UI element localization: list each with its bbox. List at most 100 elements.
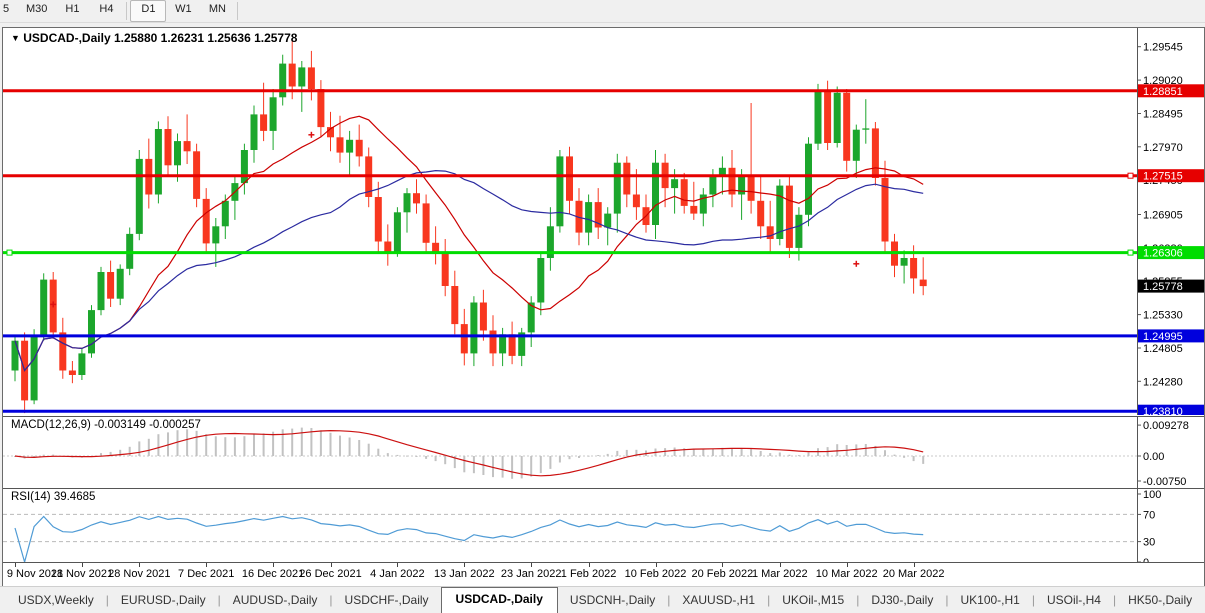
price-badge: 1.25778	[1138, 280, 1204, 294]
date-tick	[273, 563, 274, 567]
chart-title: ▼ USDCAD-,Daily 1.25880 1.26231 1.25636 …	[11, 31, 297, 45]
macd-bar	[894, 455, 896, 456]
date-tick	[589, 563, 590, 567]
macd-bar	[664, 448, 666, 456]
line-handle[interactable]	[1128, 173, 1133, 178]
date-tick	[15, 563, 16, 567]
candle	[786, 175, 793, 258]
macd-bar	[492, 456, 494, 477]
macd-bar	[291, 429, 293, 456]
macd-bar	[186, 429, 188, 456]
date-label: 13 Jan 2022	[434, 568, 495, 580]
tab-usdcad-daily[interactable]: USDCAD-,Daily	[441, 587, 558, 613]
macd-bar	[530, 456, 532, 477]
rsi-pane[interactable]: 10070300	[3, 488, 1204, 562]
macd-bar	[215, 436, 217, 456]
svg-text:1.25778: 1.25778	[1143, 281, 1183, 293]
macd-bar	[502, 456, 504, 478]
macd-bar	[349, 438, 351, 457]
tab-eurusd-daily[interactable]: EURUSD-,Daily	[109, 589, 218, 613]
tab-usdcnh-daily[interactable]: USDCNH-,Daily	[558, 589, 667, 613]
macd-bar	[521, 456, 523, 478]
tab-usoil-h4[interactable]: USOil-,H4	[1035, 589, 1113, 613]
macd-bar	[148, 439, 150, 456]
date-tick	[656, 563, 657, 567]
tab-usdx-weekly[interactable]: USDX,Weekly	[6, 589, 106, 613]
macd-bar	[263, 433, 265, 456]
axis-tick-label: 70	[1143, 509, 1155, 521]
date-label: 1 Feb 2022	[561, 568, 617, 580]
price-badge: 1.28851	[1138, 84, 1204, 98]
macd-bar	[741, 448, 743, 456]
date-label: 4 Jan 2022	[370, 568, 424, 580]
macd-bar	[549, 456, 551, 469]
tab-usdchf-daily[interactable]: USDCHF-,Daily	[333, 589, 441, 613]
date-tick	[722, 563, 723, 567]
tab-xauusd-h1[interactable]: XAUUSD-,H1	[670, 589, 767, 613]
date-label: 28 Nov 2021	[108, 568, 170, 580]
main-chart[interactable]: 1.295451.290201.284951.279701.274501.269…	[3, 28, 1204, 415]
line-handle[interactable]	[1128, 250, 1133, 255]
date-label: 10 Feb 2022	[625, 568, 687, 580]
chart-title-text: USDCAD-,Daily 1.25880 1.26231 1.25636 1.…	[23, 31, 297, 45]
date-label: 16 Dec 2021	[242, 568, 304, 580]
macd-bar	[702, 449, 704, 456]
svg-text:1.24995: 1.24995	[1143, 331, 1183, 343]
timeframe-button-mn[interactable]: MN	[200, 0, 234, 22]
timeframe-button-m30[interactable]: M30	[18, 0, 55, 22]
macd-bar	[760, 451, 762, 456]
axis-tick-label: 1.24280	[1143, 376, 1183, 388]
macd-bar	[588, 456, 590, 457]
tab-ukoil-m15[interactable]: UKOil-,M15	[770, 589, 856, 613]
symbol-dropdown-icon[interactable]: ▼	[11, 33, 20, 43]
macd-bar	[903, 456, 905, 458]
tab-audusd-daily[interactable]: AUDUSD-,Daily	[221, 589, 330, 613]
macd-bar	[616, 451, 618, 456]
macd-bar	[607, 454, 609, 456]
axis-tick-label: 1.27970	[1143, 142, 1183, 154]
tab-hk50-daily[interactable]: HK50-,Daily	[1116, 589, 1204, 613]
timeframe-button-h1[interactable]: H1	[55, 0, 89, 22]
macd-bar	[569, 456, 571, 459]
macd-bar	[129, 447, 131, 456]
timeframe-button-w1[interactable]: W1	[166, 0, 200, 22]
timeframe-button-d1[interactable]: D1	[130, 0, 166, 22]
date-tick	[206, 563, 207, 567]
axis-tick-label: 1.24805	[1143, 343, 1183, 355]
macd-bar	[540, 456, 542, 473]
timeframe-button-h4[interactable]: H4	[89, 0, 123, 22]
axis-tick-label: 1.25330	[1143, 310, 1183, 322]
date-axis[interactable]: 9 Nov 202118 Nov 202128 Nov 20217 Dec 20…	[3, 562, 1204, 585]
date-tick	[464, 563, 465, 567]
candle	[805, 137, 812, 226]
candle	[88, 305, 95, 358]
macd-bar	[798, 455, 800, 456]
candle	[155, 121, 162, 203]
macd-bar	[234, 437, 236, 456]
date-tick	[531, 563, 532, 567]
macd-bar	[320, 430, 322, 456]
macd-bar	[253, 434, 255, 456]
axis-tick-label: -0.00750	[1143, 476, 1186, 488]
macd-bar	[177, 430, 179, 456]
svg-text:1.26306: 1.26306	[1143, 248, 1183, 260]
candle	[556, 150, 563, 233]
macd-bar	[788, 455, 790, 456]
macd-bar	[138, 441, 140, 456]
line-handle[interactable]	[7, 250, 12, 255]
macd-label: MACD(12,26,9) -0.003149 -0.000257	[11, 419, 201, 431]
tab-dj30-daily[interactable]: DJ30-,Daily	[859, 589, 945, 613]
axis-tick-label: 1.28495	[1143, 109, 1183, 121]
timeframe-button-5[interactable]: 5	[0, 0, 18, 22]
candle	[834, 87, 841, 148]
candle	[394, 207, 401, 257]
macd-bar	[836, 444, 838, 456]
axis-tick-label: 30	[1143, 537, 1155, 549]
macd-bar	[578, 456, 580, 458]
macd-bar	[463, 456, 465, 472]
date-label: 23 Jan 2022	[501, 568, 562, 580]
rsi-label: RSI(14) 39.4685	[11, 491, 95, 503]
price-badge: 1.26306	[1138, 246, 1204, 260]
tab-uk100-h1[interactable]: UK100-,H1	[948, 589, 1031, 613]
date-label: 1 Mar 2022	[752, 568, 808, 580]
